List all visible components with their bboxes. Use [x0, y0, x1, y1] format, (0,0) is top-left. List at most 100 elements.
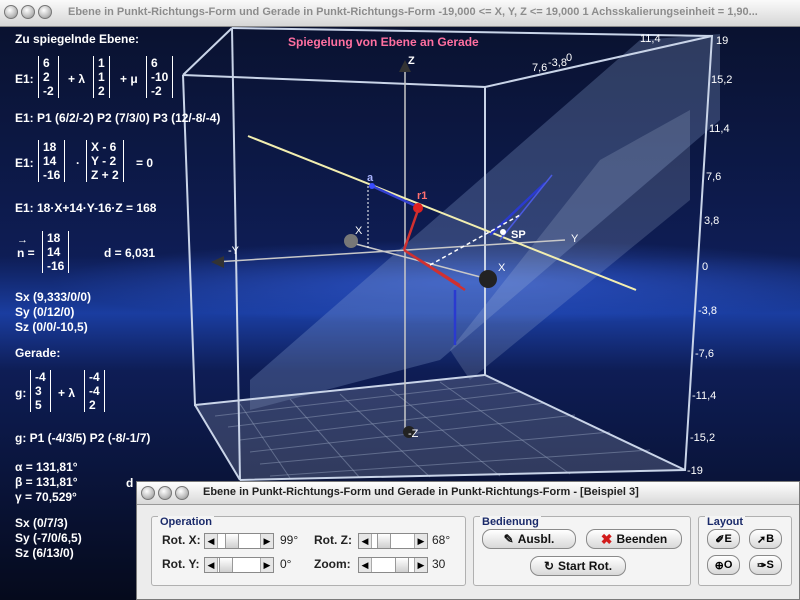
arrow-right-icon[interactable]: ▶ — [260, 558, 273, 572]
y-neg-axis-label: -Y — [228, 245, 239, 257]
main-window: Ebene in Punkt-Richtungs-Form und Gerade… — [0, 0, 800, 600]
eq-zero: = 0 — [136, 156, 154, 170]
maximize-window-button[interactable] — [38, 5, 52, 19]
arrow-left-icon[interactable]: ◀ — [359, 534, 372, 548]
zoom-slider[interactable]: ◀ ▶ — [358, 557, 428, 573]
angle-alpha: α = 131,81° — [15, 460, 78, 474]
plus-lambda: + λ — [68, 72, 86, 86]
x-axis-label: X — [498, 262, 506, 274]
rotate-icon: ↻ — [543, 559, 555, 573]
vector-a — [371, 184, 419, 209]
z-neg-axis-label: -Z — [408, 428, 419, 440]
g-label: g: — [15, 386, 27, 400]
layout-b-button[interactable]: ➚ B — [749, 529, 782, 549]
slider-thumb[interactable] — [225, 534, 239, 548]
crosshair-icon: ⊕ — [714, 559, 724, 572]
plane-heading: Zu spiegelnde Ebene: — [15, 32, 140, 46]
rot-y-value: 0° — [280, 557, 292, 571]
g-vector-2: -4 -4 2 — [84, 370, 105, 412]
normal-label: n = — [17, 246, 35, 260]
brush-icon: ✑ — [757, 559, 767, 572]
layout-group: Layout ✐ E ➚ B ⊕ O ✑ S — [698, 516, 792, 586]
arrow-left-icon[interactable]: ◀ — [359, 558, 372, 572]
angle-beta: β = 131,81° — [15, 475, 78, 489]
angle-gamma: γ = 70,529° — [15, 490, 77, 504]
arrow-right-icon[interactable]: ▶ — [260, 534, 273, 548]
scale-value: -19 — [687, 465, 703, 477]
arrow-right-icon[interactable]: ▶ — [414, 558, 427, 572]
dialog-minimize-button[interactable] — [158, 486, 172, 500]
slider-thumb[interactable] — [219, 558, 233, 572]
e1-vector-2: 112 — [93, 56, 110, 98]
y-axis-arrow-neg — [211, 256, 224, 268]
bedienung-group: Bedienung ✎ Ausbl. ✖ Beenden ↻ Start Rot… — [473, 516, 691, 586]
top-tick-label: 7,6 — [532, 62, 548, 74]
rot-z-slider[interactable]: ◀ ▶ — [358, 533, 428, 549]
edit-icon: ✐ — [715, 533, 725, 546]
scale-value: -3,8 — [698, 305, 717, 317]
e1-label: E1: — [15, 72, 34, 86]
d-short-label: d — [126, 476, 134, 490]
slider-thumb[interactable] — [377, 534, 391, 548]
layout-s-button[interactable]: ✑ S — [749, 555, 782, 575]
x-axis-cone-pos — [479, 270, 497, 288]
scale-value: -7,6 — [695, 348, 714, 360]
y-axis-label: Y — [571, 233, 579, 245]
arrow-left-icon[interactable]: ◀ — [205, 534, 218, 548]
trace-sx: Sx (9,333/0/0) — [15, 290, 92, 304]
hide-icon: ✎ — [503, 532, 514, 546]
window-title: Ebene in Punkt-Richtungs-Form und Gerade… — [68, 6, 758, 18]
top-tick-label: 11,4 — [640, 33, 661, 45]
point-sp-label: SP — [511, 229, 526, 241]
scale-value: 15,2 — [711, 74, 733, 86]
bedienung-label: Bedienung — [480, 516, 541, 528]
trace-sx-line: Sx (0/7/3) — [15, 516, 68, 530]
e1-vector-1: 6 2 -2 — [38, 56, 59, 98]
layout-o-button[interactable]: ⊕ O — [707, 555, 740, 575]
rot-y-label: Rot. Y: — [162, 557, 200, 571]
arrow-symbol: → — [17, 234, 28, 246]
trace-sz: Sz (0/0/-10,5) — [15, 320, 88, 334]
rot-x-label: Rot. X: — [162, 533, 201, 547]
dialog-maximize-button[interactable] — [175, 486, 189, 500]
point-r1-label: r1 — [417, 190, 428, 202]
close-icon: ✖ — [600, 530, 613, 547]
close-window-button[interactable] — [4, 5, 18, 19]
dialog-close-button[interactable] — [141, 486, 155, 500]
arrow-right-icon[interactable]: ▶ — [414, 534, 427, 548]
scale-value: 0 — [702, 261, 709, 273]
zoom-label: Zoom: — [314, 557, 351, 571]
trace-sy-line: Sy (-7/0/6,5) — [15, 531, 82, 545]
rot-y-slider[interactable]: ◀ ▶ — [204, 557, 274, 573]
start-rotation-button[interactable]: ↻ Start Rot. — [530, 556, 626, 576]
title-bar: Ebene in Punkt-Richtungs-Form und Gerade… — [0, 0, 800, 27]
ausblenden-button[interactable]: ✎ Ausbl. — [482, 529, 576, 549]
plus-mu: + μ — [120, 72, 138, 86]
e1-coordinate-form: E1: 18·X+14·Y-16·Z = 168 — [15, 201, 157, 215]
operation-label: Operation — [158, 516, 214, 528]
scale-value: 3,8 — [704, 215, 720, 227]
operation-group: Operation Rot. X: ◀ ▶ 99° Rot. Y: ◀ ▶ 0°… — [151, 516, 466, 586]
e1-points: E1: P1 (6/2/-2) P2 (7/3/0) P3 (12/-8/-4) — [15, 111, 221, 125]
layout-e-button[interactable]: ✐ E — [707, 529, 740, 549]
distance-value: d = 6,031 — [104, 246, 156, 260]
g-vector-1: -4 3 5 — [30, 370, 51, 412]
rot-z-label: Rot. Z: — [314, 533, 352, 547]
normal-vector: 18 14 -16 — [42, 231, 70, 273]
z-axis-label: Z — [408, 55, 415, 67]
slider-thumb[interactable] — [395, 558, 409, 572]
trace-sz-line: Sz (6/13/0) — [15, 546, 74, 560]
minimize-window-button[interactable] — [21, 5, 35, 19]
top-tick-label: 0 — [566, 52, 573, 64]
beenden-button[interactable]: ✖ Beenden — [586, 529, 682, 549]
zoom-value: 30 — [432, 557, 446, 571]
arrow-left-icon[interactable]: ◀ — [205, 558, 218, 572]
scale-value: -11,4 — [692, 390, 717, 402]
e1-xyz-vector: X - 6Y - 2Z + 2 — [86, 140, 124, 182]
g-points: g: P1 (-4/3/5) P2 (-8/-1/7) — [15, 431, 151, 445]
rot-x-value: 99° — [280, 533, 299, 547]
rot-x-slider[interactable]: ◀ ▶ — [204, 533, 274, 549]
e1-vector-3: 6 -10 -2 — [146, 56, 174, 98]
dot-operator: · — [76, 156, 80, 170]
dialog-title-bar[interactable]: Ebene in Punkt-Richtungs-Form und Gerade… — [137, 482, 799, 505]
